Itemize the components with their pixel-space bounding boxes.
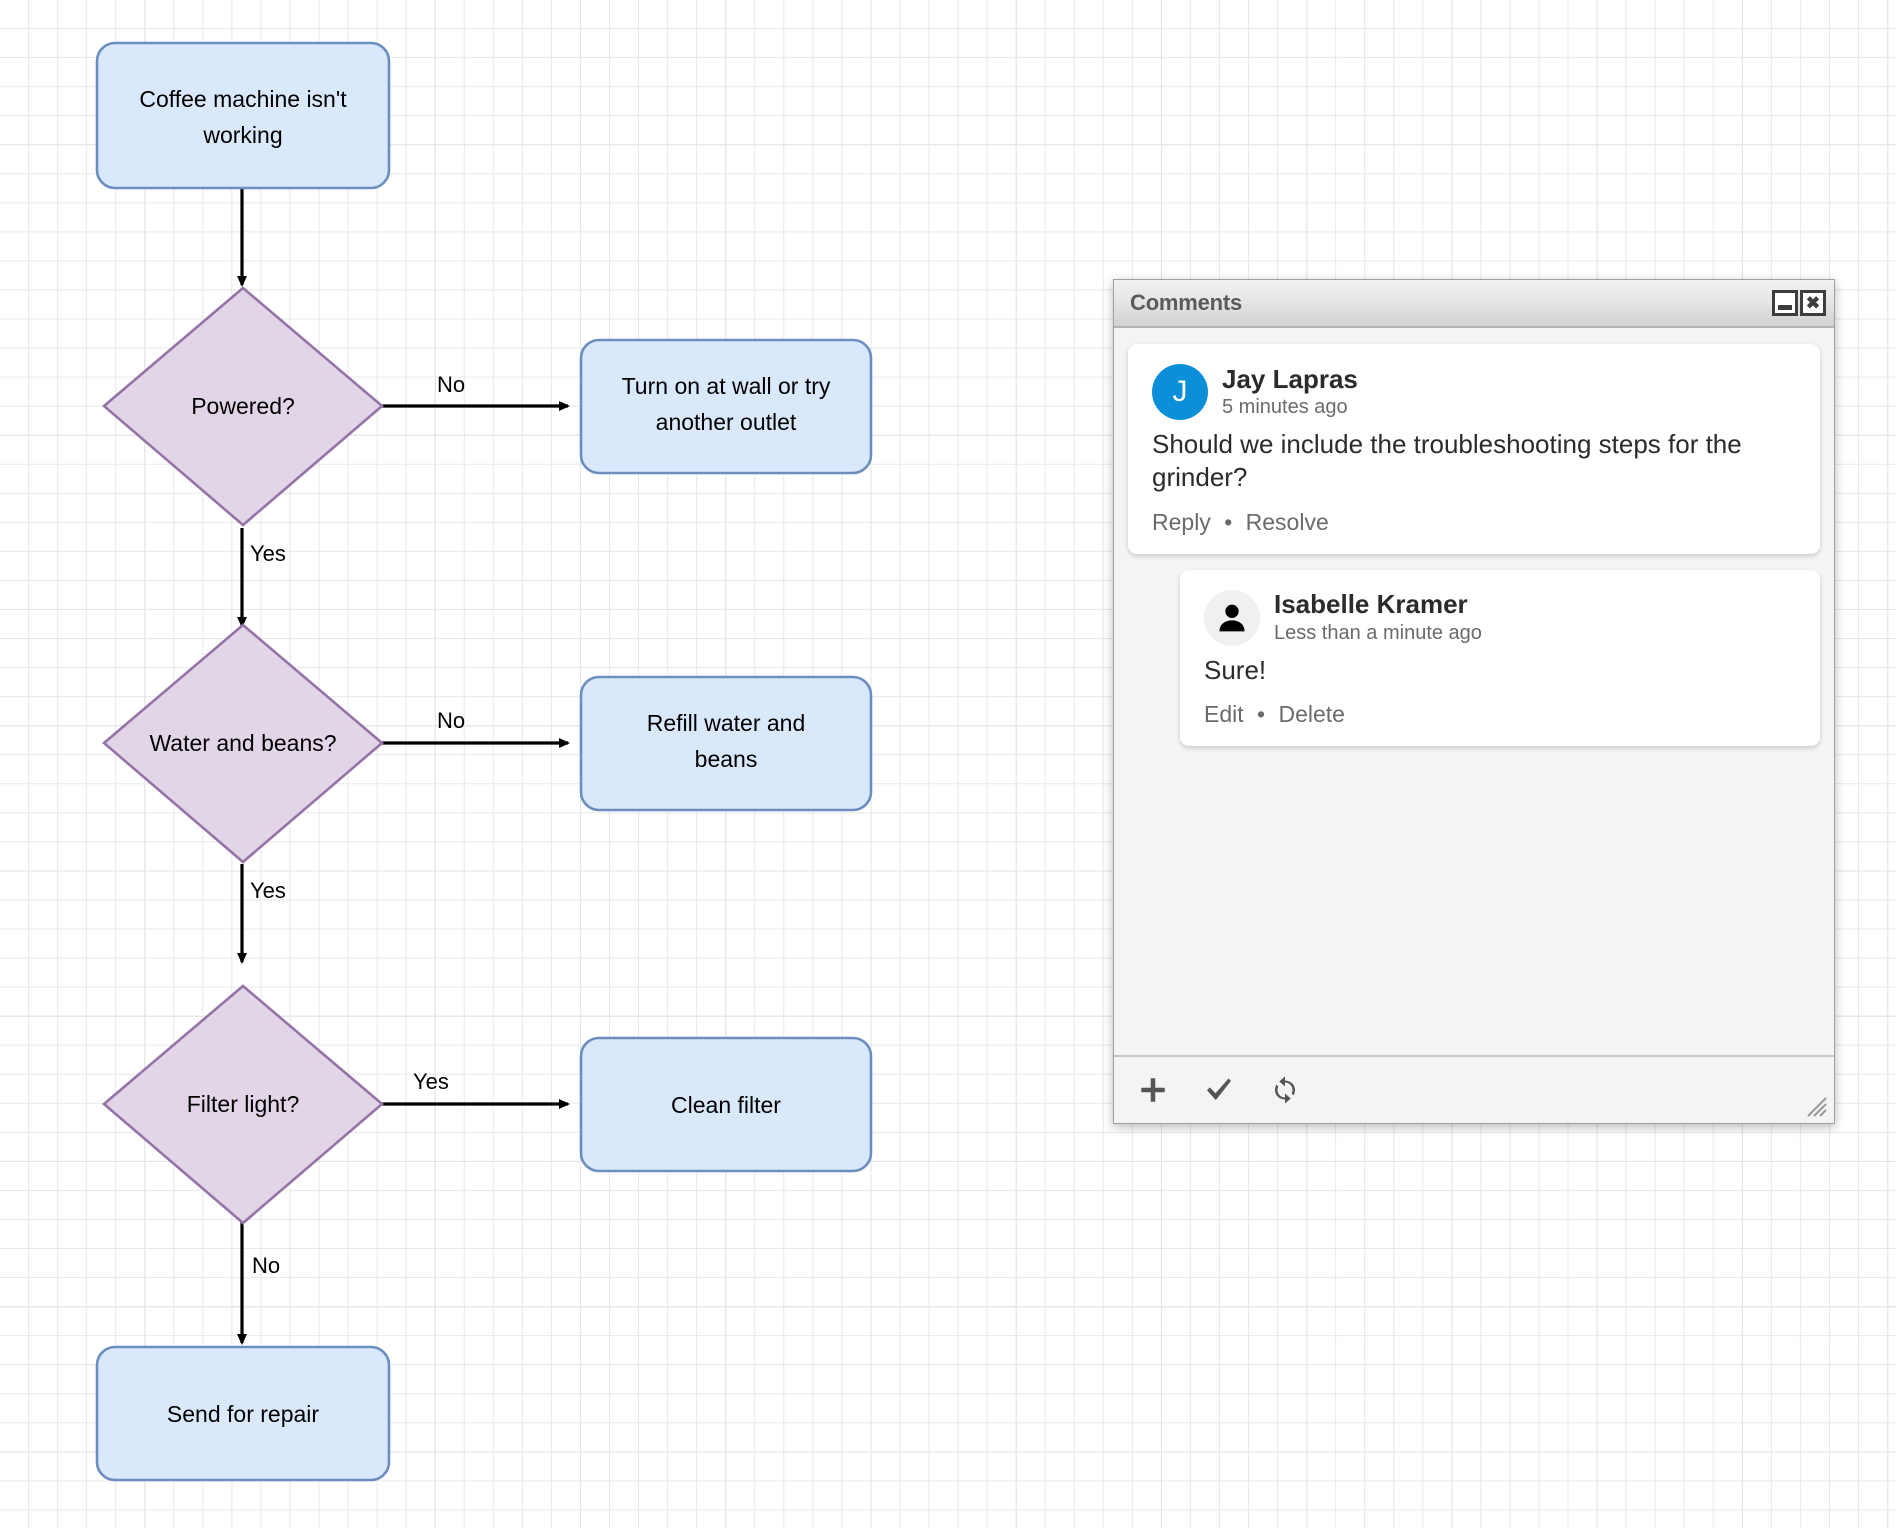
flow-node-clean[interactable]: Clean filter [581, 1038, 871, 1171]
flow-node-filter-label: Filter light? [187, 1091, 299, 1117]
edge-label-water-no: No [437, 708, 465, 733]
flow-node-repair-label: Send for repair [167, 1401, 319, 1427]
edge-label-filter-no: No [252, 1253, 280, 1278]
flow-node-outlet-label-2: another outlet [656, 409, 797, 435]
edge-water-to-refill[interactable]: No [382, 708, 568, 743]
flow-node-refill[interactable]: Refill water and beans [581, 677, 871, 810]
flow-node-start-label-1: Coffee machine isn't [139, 86, 347, 112]
reply-button[interactable]: Reply [1152, 509, 1211, 535]
minimize-icon[interactable] [1772, 290, 1798, 316]
resize-grip-icon [1806, 1096, 1828, 1118]
edit-button[interactable]: Edit [1204, 701, 1244, 727]
check-icon [1203, 1074, 1235, 1106]
flow-node-powered[interactable]: Powered? [104, 288, 382, 525]
comments-window[interactable]: Comments J Jay Lapras 5 minutes ago Shou… [1113, 279, 1835, 1124]
refresh-icon [1270, 1075, 1300, 1105]
comment-author: Jay Lapras [1222, 365, 1358, 395]
flow-node-refill-label-2: beans [695, 746, 758, 772]
edge-label-water-yes: Yes [250, 878, 286, 903]
flow-node-refill-label-1: Refill water and [647, 710, 806, 736]
comments-window-titlebar[interactable]: Comments [1114, 280, 1834, 328]
resolve-button[interactable]: Resolve [1246, 509, 1329, 535]
flow-node-clean-label: Clean filter [671, 1092, 781, 1118]
plus-icon [1137, 1074, 1169, 1106]
resize-grip[interactable] [1806, 1096, 1828, 1118]
comment-body: Should we include the troubleshooting st… [1152, 428, 1796, 495]
edge-water-to-filter[interactable]: Yes [242, 864, 286, 962]
flowchart[interactable]: No Yes No Yes Yes No Coffee machine isn'… [0, 0, 1100, 1528]
comments-window-title: Comments [1130, 290, 1770, 316]
comment-timestamp: 5 minutes ago [1222, 396, 1358, 419]
comment-actions: Edit • Delete [1204, 701, 1796, 728]
edge-filter-to-repair[interactable]: No [242, 1222, 280, 1343]
comment-timestamp: Less than a minute ago [1274, 622, 1482, 645]
flow-node-water-label: Water and beans? [149, 730, 336, 756]
edge-filter-to-clean[interactable]: Yes [382, 1069, 568, 1104]
person-icon [1212, 598, 1252, 638]
edge-label-powered-yes: Yes [250, 541, 286, 566]
flow-node-repair[interactable]: Send for repair [97, 1347, 389, 1480]
delete-button[interactable]: Delete [1278, 701, 1344, 727]
edge-label-powered-no: No [437, 372, 465, 397]
add-comment-icon[interactable] [1136, 1073, 1170, 1107]
avatar: J [1152, 364, 1208, 420]
edge-powered-to-water[interactable]: Yes [242, 528, 286, 626]
action-separator: • [1257, 701, 1265, 727]
comment-header: J Jay Lapras 5 minutes ago [1152, 364, 1796, 420]
comment-card[interactable]: Isabelle Kramer Less than a minute ago S… [1180, 570, 1820, 746]
edge-label-filter-yes: Yes [413, 1069, 449, 1094]
comment-actions: Reply • Resolve [1152, 509, 1796, 536]
comment-card[interactable]: J Jay Lapras 5 minutes ago Should we inc… [1128, 344, 1820, 554]
comments-toolbar[interactable] [1114, 1057, 1834, 1123]
avatar [1204, 590, 1260, 646]
flow-node-start-label-2: working [202, 122, 282, 148]
flow-node-start[interactable]: Coffee machine isn't working [97, 43, 389, 188]
comment-author: Isabelle Kramer [1274, 590, 1482, 620]
flow-node-water[interactable]: Water and beans? [104, 625, 382, 862]
flow-node-outlet[interactable]: Turn on at wall or try another outlet [581, 340, 871, 473]
comment-body: Sure! [1204, 654, 1796, 687]
flow-node-outlet-label-1: Turn on at wall or try [622, 373, 831, 399]
edge-powered-to-outlet[interactable]: No [382, 372, 568, 406]
resolve-all-icon[interactable] [1202, 1073, 1236, 1107]
flow-node-powered-label: Powered? [191, 393, 295, 419]
refresh-comments-icon[interactable] [1268, 1073, 1302, 1107]
comment-meta: Jay Lapras 5 minutes ago [1222, 365, 1358, 420]
close-icon[interactable] [1800, 290, 1826, 316]
flow-node-filter[interactable]: Filter light? [104, 986, 382, 1223]
comment-meta: Isabelle Kramer Less than a minute ago [1274, 590, 1482, 645]
comment-header: Isabelle Kramer Less than a minute ago [1204, 590, 1796, 646]
action-separator: • [1224, 509, 1232, 535]
comments-list[interactable]: J Jay Lapras 5 minutes ago Should we inc… [1114, 328, 1834, 1057]
